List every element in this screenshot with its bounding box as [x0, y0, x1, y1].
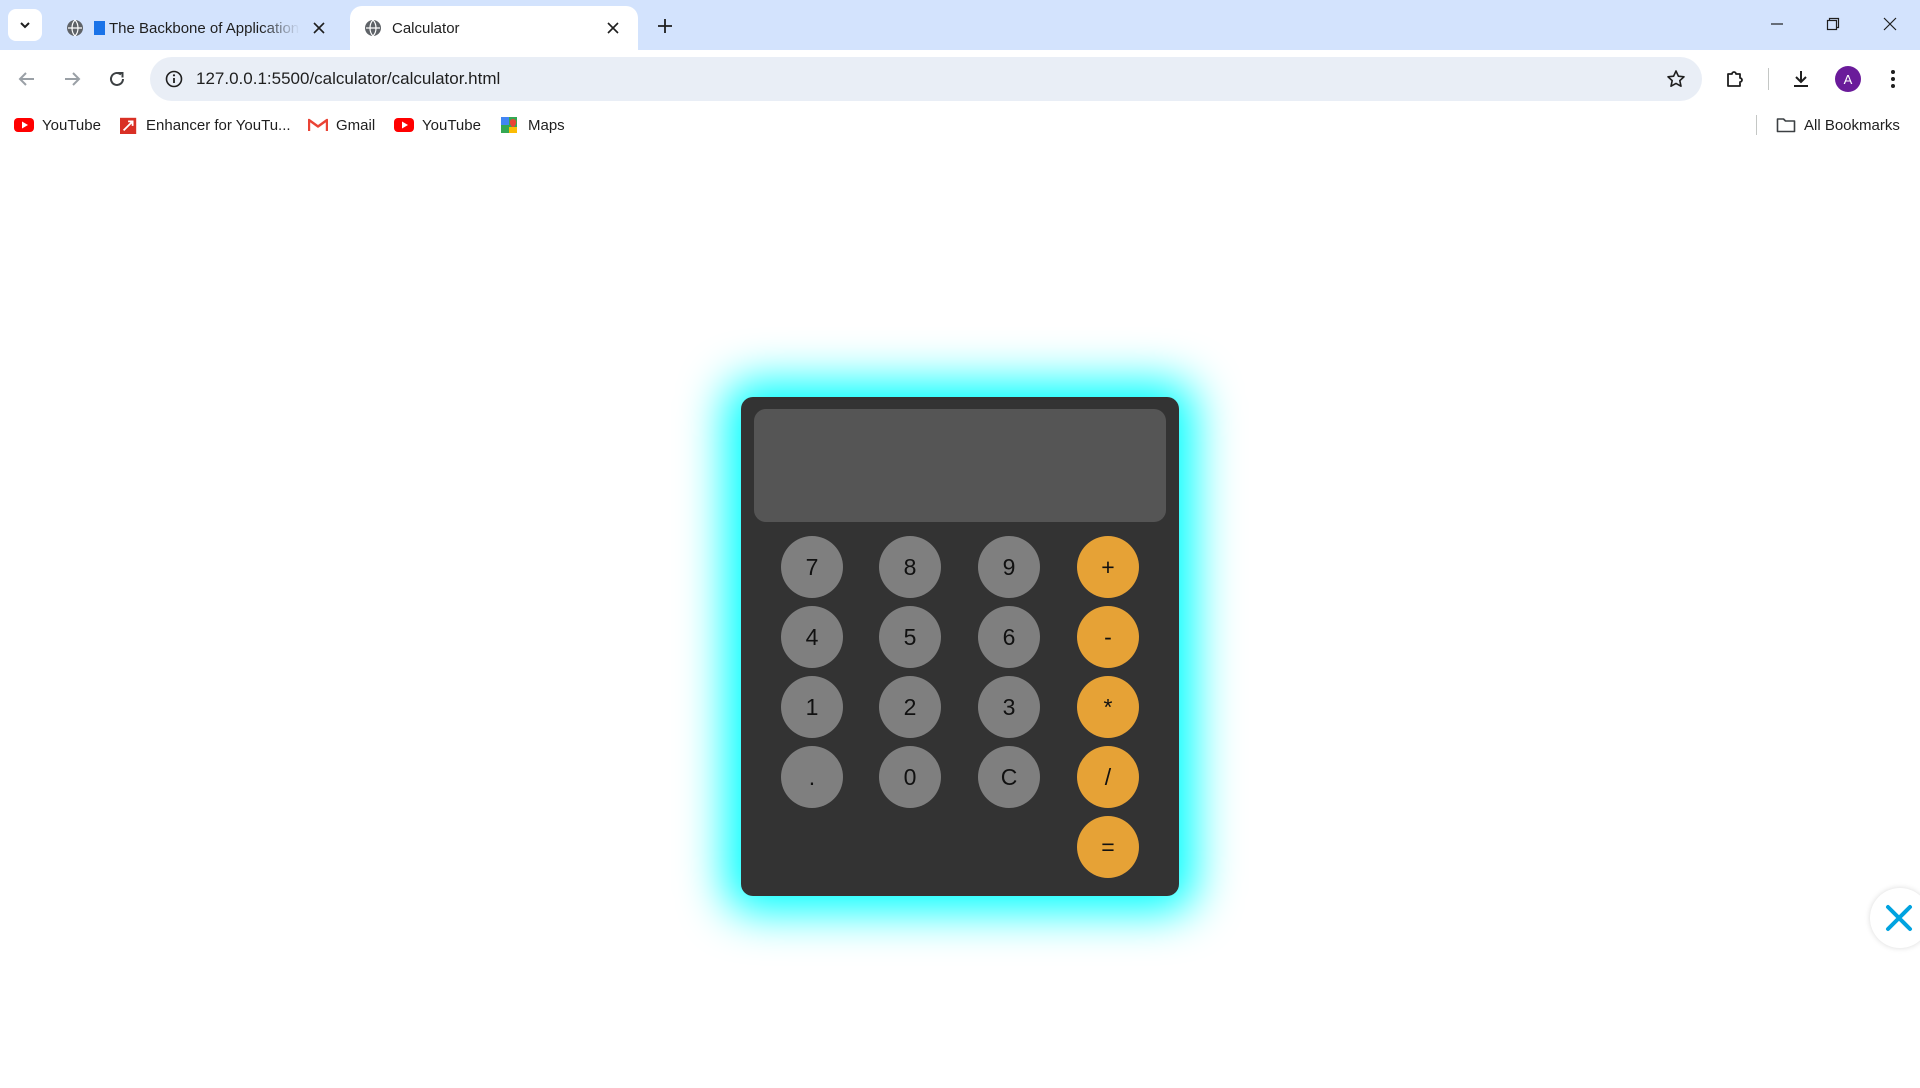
key-divide[interactable]: / — [1077, 746, 1139, 808]
bookmark-maps[interactable]: Maps — [500, 113, 565, 137]
bookmark-youtube-2[interactable]: YouTube — [394, 113, 481, 137]
key-8[interactable]: 8 — [879, 536, 941, 598]
key-2[interactable]: 2 — [879, 676, 941, 738]
plus-icon — [658, 19, 672, 33]
key-decimal[interactable]: . — [781, 746, 843, 808]
chevron-down-icon — [20, 22, 30, 29]
arrow-left-icon — [18, 72, 34, 86]
close-window-button[interactable] — [1864, 6, 1916, 42]
youtube-icon — [394, 118, 414, 132]
reload-icon — [110, 71, 124, 86]
arrow-right-icon — [65, 72, 81, 86]
close-icon — [1883, 17, 1897, 31]
key-1[interactable]: 1 — [781, 676, 843, 738]
url-text[interactable]: 127.0.0.1:5500/calculator/calculator.htm… — [196, 69, 500, 89]
key-4[interactable]: 4 — [781, 606, 843, 668]
key-clear[interactable]: C — [978, 746, 1040, 808]
browser-toolbar: 127.0.0.1:5500/calculator/calculator.htm… — [0, 50, 1920, 108]
bookmark-gmail[interactable]: Gmail — [308, 113, 375, 137]
tab-search-button[interactable] — [8, 9, 42, 41]
youtube-icon — [14, 118, 34, 132]
key-multiply[interactable]: * — [1077, 676, 1139, 738]
site-info-icon[interactable] — [162, 67, 186, 91]
bookmark-enhancer[interactable]: Enhancer for YouTu... — [120, 113, 291, 137]
key-3[interactable]: 3 — [978, 676, 1040, 738]
restore-button[interactable] — [1807, 6, 1859, 42]
calculator: 7 8 9 + 4 5 6 - 1 2 3 * . 0 C / = — [741, 397, 1179, 896]
key-equals[interactable]: = — [1077, 816, 1139, 878]
tab-backbone[interactable]: The Backbone of Application — [52, 6, 344, 50]
minimize-icon — [1771, 23, 1783, 25]
bookmarks-divider — [1756, 115, 1757, 135]
tab-calculator[interactable]: Calculator — [350, 6, 638, 50]
minimize-button[interactable] — [1751, 6, 1803, 42]
close-tab-icon[interactable] — [308, 17, 330, 39]
key-0[interactable]: 0 — [879, 746, 941, 808]
bookmark-star-icon[interactable] — [1664, 67, 1688, 91]
bookmark-label: Maps — [528, 116, 565, 134]
extensions-button[interactable] — [1718, 62, 1752, 96]
profile-avatar[interactable]: A — [1835, 66, 1861, 92]
restore-icon — [1826, 17, 1840, 31]
back-button[interactable] — [10, 62, 44, 96]
all-bookmarks-label: All Bookmarks — [1804, 116, 1900, 134]
bookmark-youtube[interactable]: YouTube — [14, 113, 101, 137]
all-bookmarks-button[interactable]: All Bookmarks — [1776, 113, 1900, 137]
gmail-icon — [308, 118, 328, 131]
globe-icon — [365, 19, 381, 37]
downloads-button[interactable] — [1784, 62, 1818, 96]
address-bar[interactable]: 127.0.0.1:5500/calculator/calculator.htm… — [150, 57, 1702, 101]
new-tab-button[interactable] — [650, 11, 680, 41]
toolbar-divider — [1768, 68, 1769, 90]
key-7[interactable]: 7 — [781, 536, 843, 598]
maps-icon — [501, 117, 517, 133]
bookmark-label: YouTube — [42, 116, 101, 134]
forward-button[interactable] — [55, 62, 89, 96]
kebab-menu-icon — [1891, 70, 1895, 88]
bookmark-label: Gmail — [336, 116, 376, 134]
reload-button[interactable] — [100, 62, 134, 96]
key-plus[interactable]: + — [1077, 536, 1139, 598]
calculator-display — [754, 409, 1166, 522]
browser-menu-button[interactable] — [1876, 62, 1910, 96]
key-9[interactable]: 9 — [978, 536, 1040, 598]
bookmarks-bar: YouTube Enhancer for YouTu... Gmail YouT… — [0, 108, 1920, 142]
bookmark-label: YouTube — [422, 116, 481, 134]
key-5[interactable]: 5 — [879, 606, 941, 668]
close-tab-icon[interactable] — [602, 17, 624, 39]
tab-title: Calculator — [392, 19, 460, 37]
tab-title: The Backbone of Application — [109, 19, 300, 37]
key-minus[interactable]: - — [1077, 606, 1139, 668]
tab-strip: The Backbone of Application Calculator — [0, 0, 1920, 50]
enhancer-icon — [120, 117, 137, 134]
floating-assistant-button[interactable] — [1870, 888, 1920, 948]
puzzle-icon — [1727, 71, 1743, 87]
download-icon — [1794, 71, 1808, 87]
globe-icon — [67, 19, 83, 37]
key-6[interactable]: 6 — [978, 606, 1040, 668]
assistant-logo-icon — [1886, 905, 1912, 931]
bookmark-label: Enhancer for YouTu... — [146, 116, 291, 134]
bookmark-blue-icon — [94, 21, 105, 35]
folder-icon — [1776, 118, 1796, 133]
